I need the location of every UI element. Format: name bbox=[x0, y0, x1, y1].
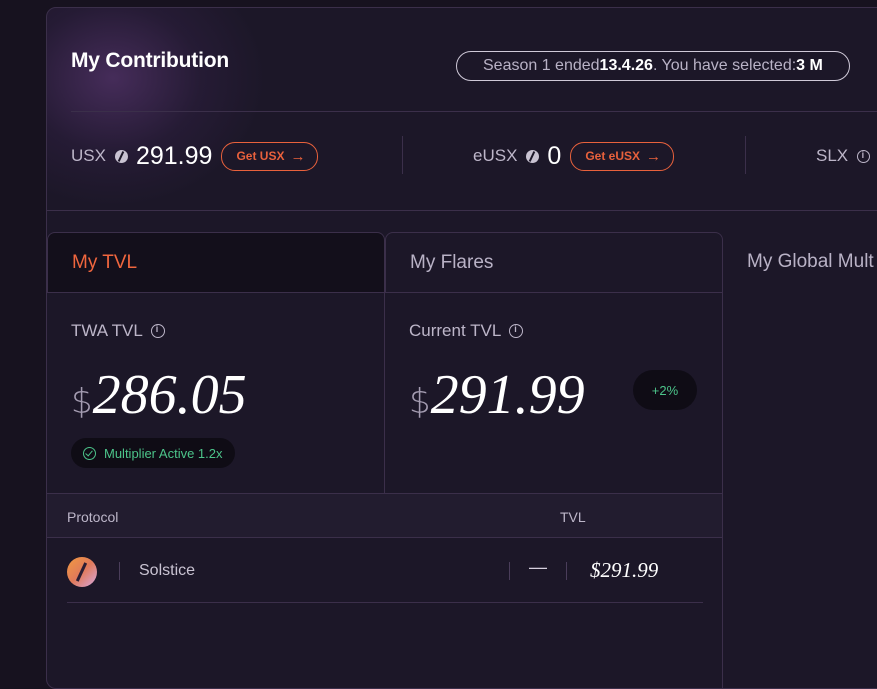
token-separator bbox=[402, 136, 403, 174]
currency-symbol: $ bbox=[71, 382, 93, 422]
header-divider bbox=[71, 111, 877, 112]
protocol-name: Solstice bbox=[139, 562, 196, 579]
token-eusx-value: 0 bbox=[547, 141, 562, 170]
tvl-value: $291.99 bbox=[590, 558, 659, 582]
current-tvl-label: Current TVL bbox=[409, 321, 502, 340]
twa-tvl-value: 286.05 bbox=[92, 364, 247, 426]
season-date: 13.4.26 bbox=[599, 57, 653, 74]
current-tvl-label-row: Current TVL bbox=[409, 321, 524, 341]
cell-separator bbox=[119, 562, 120, 580]
get-usx-button[interactable]: Get USX → bbox=[221, 141, 319, 171]
check-circle-icon bbox=[83, 446, 96, 460]
info-icon[interactable] bbox=[857, 149, 871, 163]
token-usx-value: 291.99 bbox=[135, 141, 213, 170]
info-icon[interactable] bbox=[150, 324, 165, 338]
column-header-tvl: TVL bbox=[560, 509, 586, 525]
tab-my-tvl[interactable]: My TVL bbox=[47, 232, 385, 292]
arrow-right-icon: → bbox=[290, 147, 306, 165]
token-eusx-name: eUSX bbox=[473, 146, 518, 165]
tab-my-flares[interactable]: My Flares bbox=[385, 232, 723, 292]
row-divider bbox=[67, 602, 703, 603]
twa-tvl-card: TWA TVL $ 286.05 Multiplier Active 1.2x bbox=[47, 293, 385, 493]
multiplier-badge: Multiplier Active 1.2x bbox=[71, 438, 235, 468]
background-glow bbox=[47, 8, 267, 208]
cell-separator bbox=[509, 562, 510, 580]
current-tvl-value: 291.99 bbox=[430, 364, 585, 426]
token-usx-name: USX bbox=[71, 146, 106, 165]
season-prefix: Season 1 ended bbox=[483, 57, 600, 74]
eusx-coin-icon bbox=[526, 149, 540, 163]
arrow-right-icon: → bbox=[646, 147, 662, 165]
current-tvl-card: Current TVL $ 291.99 +2% bbox=[385, 293, 723, 493]
contribution-panel: My Contribution Season 1 ended 13.4.26. … bbox=[46, 7, 877, 689]
cell-separator bbox=[566, 562, 567, 580]
column-header-protocol: Protocol bbox=[67, 509, 119, 525]
change-badge: +2% bbox=[633, 370, 697, 410]
twa-tvl-label-row: TWA TVL bbox=[71, 321, 165, 341]
get-eusx-button[interactable]: Get eUSX → bbox=[570, 141, 675, 171]
change-value: — bbox=[529, 557, 547, 577]
token-slx: SLX bbox=[816, 138, 877, 174]
season-suffix: . You have selected: bbox=[652, 57, 797, 74]
token-usx: USX 291.99 Get USX → bbox=[71, 138, 319, 174]
twa-tvl-label: TWA TVL bbox=[71, 321, 143, 340]
current-tvl-amount: $ 291.99 bbox=[409, 363, 585, 427]
table-row[interactable]: Solstice — $291.99 bbox=[47, 538, 723, 604]
get-usx-label: Get USX bbox=[236, 149, 285, 163]
token-slx-name: SLX bbox=[816, 146, 849, 165]
token-eusx: eUSX 0 Get eUSX → bbox=[473, 138, 675, 174]
token-separator bbox=[745, 136, 746, 174]
twa-tvl-amount: $ 286.05 bbox=[71, 363, 247, 427]
solstice-logo-icon bbox=[67, 557, 97, 587]
table-header: Protocol TVL bbox=[47, 493, 723, 538]
section-divider bbox=[47, 210, 877, 211]
season-selected: 3 M bbox=[796, 57, 823, 74]
get-eusx-label: Get eUSX bbox=[585, 149, 641, 163]
multiplier-text: Multiplier Active 1.2x bbox=[104, 445, 223, 461]
season-status-pill[interactable]: Season 1 ended 13.4.26. You have selecte… bbox=[456, 51, 850, 81]
usx-coin-icon bbox=[114, 149, 128, 163]
page-title: My Contribution bbox=[71, 49, 229, 72]
tab-my-global-multiplier[interactable]: My Global Mult bbox=[747, 232, 877, 292]
info-icon[interactable] bbox=[509, 324, 524, 338]
currency-symbol: $ bbox=[409, 382, 431, 422]
